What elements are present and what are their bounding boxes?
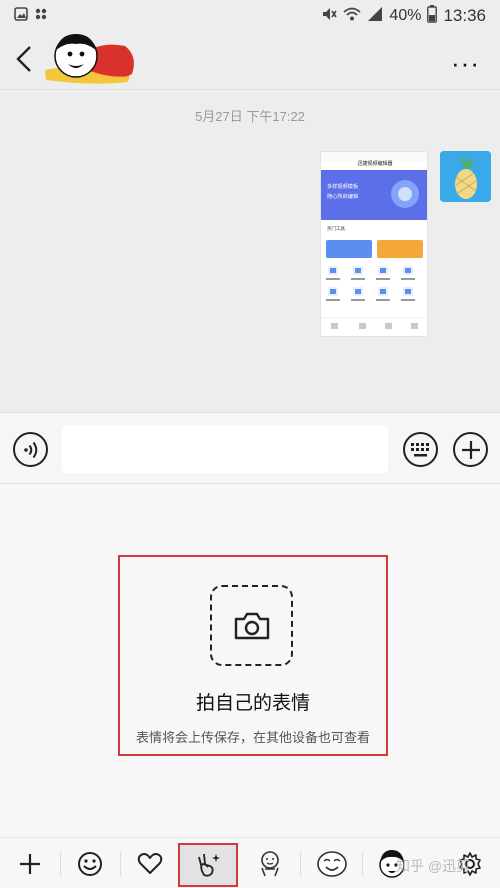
my-avatar[interactable]	[440, 151, 491, 202]
create-selfie-sticker[interactable]: 拍自己的表情 表情将会上传保存，在其他设备也可查看	[118, 555, 388, 756]
message-timestamp: 5月27日 下午17:22	[195, 109, 305, 124]
shot-banner-line1: 多样视频模板	[327, 182, 359, 190]
image-message[interactable]: 迅捷视频编辑器 多样视频模板 随心所欲编辑 热门工具	[320, 151, 428, 337]
camera-icon	[234, 612, 269, 639]
shot-app-title: 迅捷视频编辑器	[357, 160, 392, 167]
keyboard-icon	[410, 442, 429, 456]
signal-icon	[367, 6, 383, 26]
emoji-icon	[78, 852, 102, 876]
tab-selfie-sticker[interactable]	[178, 843, 238, 887]
heart-icon	[137, 853, 163, 874]
sticker-panel: 拍自己的表情 表情将会上传保存，在其他设备也可查看	[0, 484, 500, 888]
sticker-pack-1	[261, 851, 279, 877]
more-functions-button[interactable]	[453, 432, 488, 467]
photo-icon	[14, 7, 28, 25]
tab-divider	[300, 852, 301, 876]
battery-icon	[427, 5, 438, 27]
more-button[interactable]: ···	[451, 48, 480, 79]
plus-icon	[461, 440, 480, 459]
add-icon	[20, 854, 40, 874]
tab-sticker-pack-3[interactable]	[370, 844, 414, 884]
sticker-tabs: 知乎 @迅剪	[0, 837, 500, 888]
shot-banner-line2: 随心所欲编辑	[327, 192, 358, 200]
voice-button[interactable]	[13, 432, 48, 467]
wifi-icon	[343, 6, 362, 26]
tab-divider	[120, 852, 121, 876]
keyboard-button[interactable]	[403, 432, 438, 467]
selfie-sticker-icon	[198, 853, 220, 877]
sticker-pack-3	[379, 850, 405, 878]
settings-dots-icon	[34, 7, 48, 25]
back-button[interactable]	[12, 44, 42, 76]
camera-placeholder	[210, 585, 293, 666]
create-sticker-subtitle: 表情将会上传保存，在其他设备也可查看	[135, 730, 370, 745]
clock: 13:36	[443, 6, 486, 25]
voice-icon	[23, 441, 37, 458]
chat-header: ···	[0, 30, 500, 90]
tab-favorites[interactable]	[128, 844, 172, 884]
sticker-pack-2	[317, 851, 347, 877]
mute-icon	[321, 6, 338, 26]
tab-sticker-pack-1[interactable]	[248, 844, 292, 884]
status-bar: 40% 13:36	[0, 0, 500, 30]
create-sticker-title: 拍自己的表情	[195, 693, 310, 714]
settings-gear-icon	[459, 852, 481, 876]
shot-section-title: 热门工具	[327, 225, 345, 232]
tab-add[interactable]	[8, 844, 52, 884]
contact-avatar-sticker	[40, 30, 140, 88]
tab-sticker-pack-2[interactable]	[310, 844, 354, 884]
tab-divider	[362, 852, 363, 876]
tab-sticker-settings[interactable]	[448, 844, 492, 884]
battery-percent: 40%	[389, 7, 422, 24]
chevron-left-icon	[16, 46, 31, 72]
message-input[interactable]	[62, 425, 388, 473]
input-bar	[0, 412, 500, 484]
tab-emoji[interactable]	[68, 844, 112, 884]
tab-divider	[60, 852, 61, 876]
